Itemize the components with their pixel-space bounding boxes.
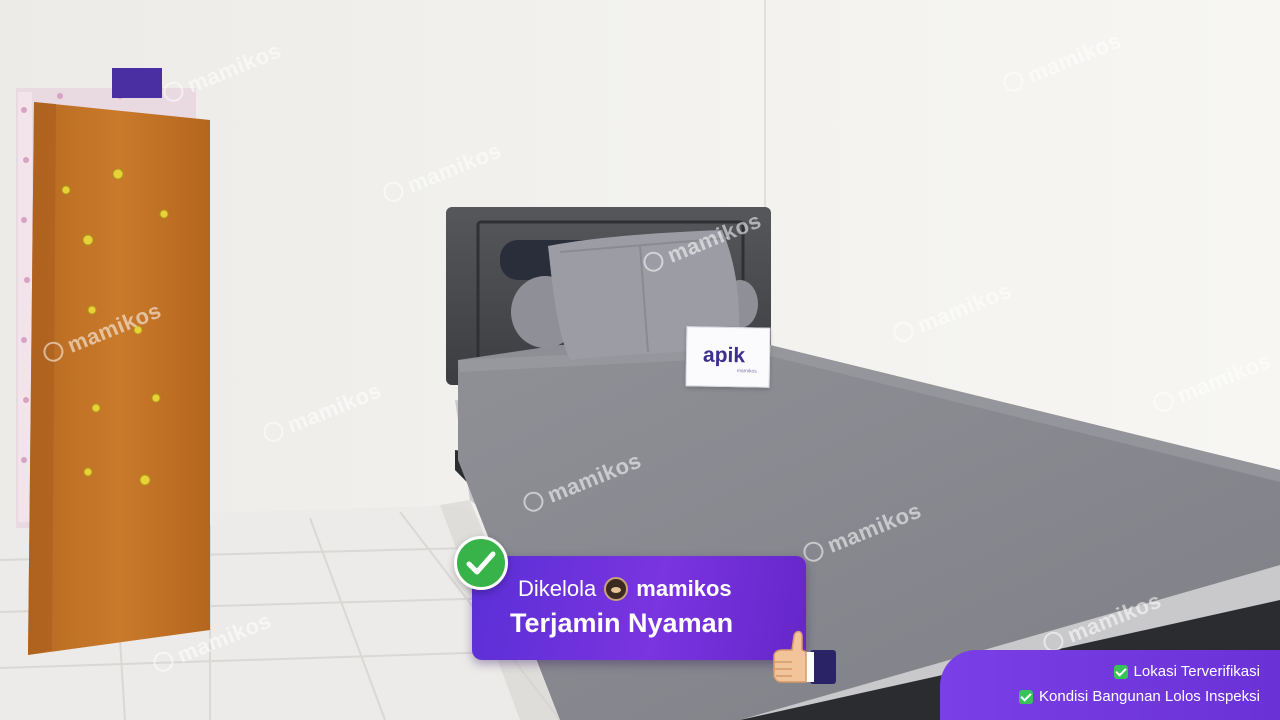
verification-label: Kondisi Bangunan Lolos Inspeksi bbox=[1039, 688, 1260, 705]
apik-logo: apik bbox=[702, 343, 746, 368]
managed-banner: Dikelola mamikos Terjamin Nyaman bbox=[472, 556, 806, 660]
check-circle-icon bbox=[454, 536, 508, 590]
banner-tagline: Terjamin Nyaman bbox=[510, 608, 734, 638]
brand-name: mamikos bbox=[636, 576, 732, 601]
verification-item: Kondisi Bangunan Lolos Inspeksi bbox=[1019, 688, 1260, 705]
check-icon bbox=[1019, 689, 1033, 704]
check-icon bbox=[1113, 664, 1128, 679]
thumbs-up-icon bbox=[773, 630, 836, 684]
managed-label: Dikelola bbox=[518, 576, 597, 601]
verification-item: Lokasi Terverifikasi bbox=[1113, 663, 1260, 680]
mamikos-logo-icon bbox=[604, 577, 629, 601]
managed-row: Dikelola mamikos bbox=[518, 576, 732, 602]
apik-sub-text: mamikos bbox=[736, 368, 757, 375]
verification-panel: Lokasi Terverifikasi Kondisi Bangunan Lo… bbox=[940, 650, 1280, 720]
verification-label: Lokasi Terverifikasi bbox=[1133, 663, 1260, 680]
apik-tent-card: apik mamikos bbox=[685, 326, 771, 388]
